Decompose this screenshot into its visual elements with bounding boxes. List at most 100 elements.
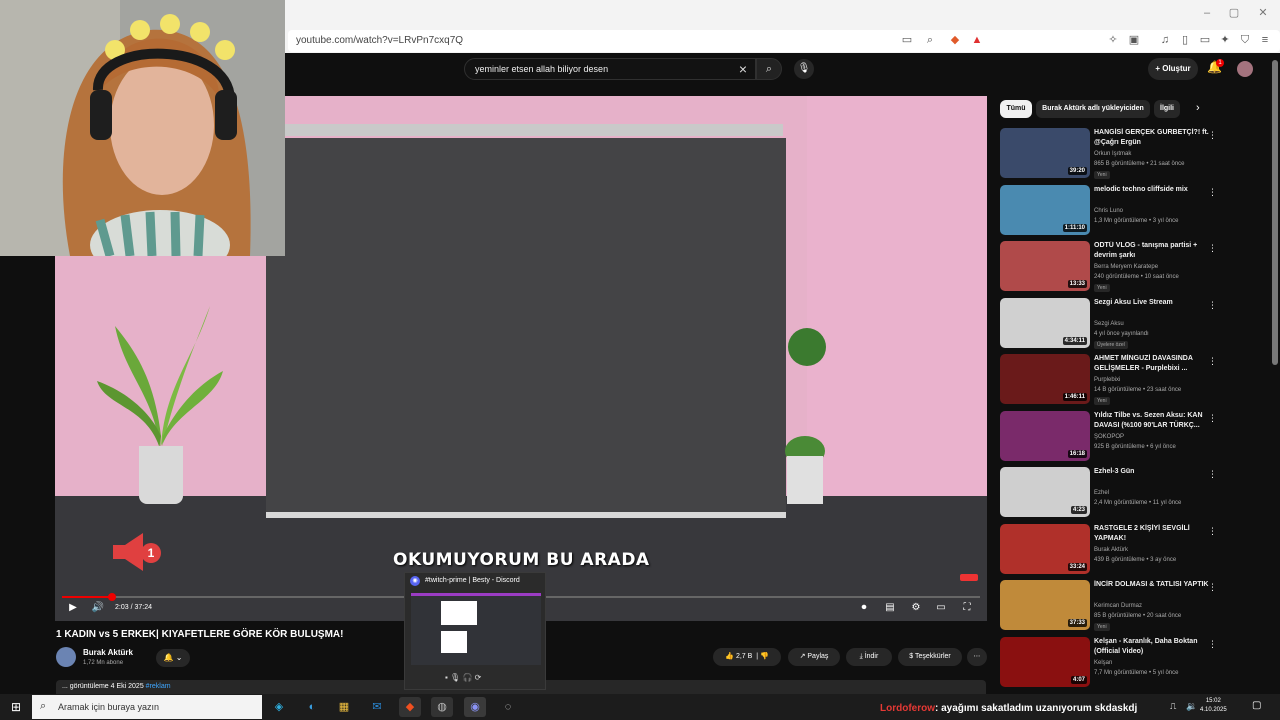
chip-all[interactable]: Tümü bbox=[1000, 100, 1032, 118]
clear-search-icon[interactable]: × bbox=[735, 60, 751, 78]
recommendation-title[interactable]: RASTGELE 2 KİŞİYİ SEVGİLİ YAPMAK! bbox=[1094, 524, 1209, 544]
brave-shield-icon[interactable]: ◆ bbox=[948, 33, 962, 47]
like-dislike-button[interactable]: 👍 2,7 B | 👎 bbox=[713, 648, 781, 666]
video-thumbnail[interactable]: 4:34:11 bbox=[1000, 297, 1090, 348]
create-button[interactable]: + Oluştur bbox=[1148, 58, 1198, 80]
wallet-icon[interactable]: ▭ bbox=[1198, 33, 1212, 47]
more-options-icon[interactable]: ⋮ bbox=[1208, 300, 1217, 311]
channel-name[interactable]: Burak Aktürk bbox=[83, 648, 133, 657]
list-item[interactable]: 1:11:10 melodic techno cliffside mix Chris… bbox=[1000, 184, 1270, 235]
speaker-tray-icon[interactable]: 🔉 bbox=[1186, 701, 1197, 712]
app-icon[interactable]: ◌ bbox=[497, 697, 519, 717]
list-item[interactable]: 37:33 İNCİR DOLMASI & TATLISI YAPTIK Kerim… bbox=[1000, 580, 1270, 631]
more-options-icon[interactable]: ⋮ bbox=[1208, 469, 1217, 480]
discord-taskbar-icon[interactable]: ◉ bbox=[464, 697, 486, 717]
recommendation-channel[interactable]: Sezgi Aksu bbox=[1094, 321, 1124, 327]
video-thumbnail[interactable]: 16:18 bbox=[1000, 410, 1090, 461]
more-options-icon[interactable]: ⋮ bbox=[1208, 243, 1217, 254]
recommendation-channel[interactable]: Ezhel bbox=[1094, 490, 1109, 496]
more-options-icon[interactable]: ⋮ bbox=[1208, 413, 1217, 424]
more-options-icon[interactable]: ⋮ bbox=[1208, 582, 1217, 593]
share-button[interactable]: ↗ Paylaş bbox=[788, 648, 840, 666]
thanks-button[interactable]: $ Teşekkürler bbox=[898, 648, 962, 666]
list-item[interactable]: 4:07 Kelşan - Karanlık, Daha Boktan (Offi… bbox=[1000, 636, 1270, 687]
settings-icon[interactable]: ⚙ bbox=[909, 601, 923, 615]
volume-icon[interactable]: 🔊 bbox=[91, 601, 105, 615]
copilot-icon[interactable]: ◈ bbox=[268, 697, 290, 717]
list-item[interactable]: 4:23 Ezhel-3 Gün Ezhel 2,4 Mn görüntüleme •… bbox=[1000, 467, 1270, 517]
recommendation-channel[interactable]: ŞOKOPOP bbox=[1094, 434, 1124, 440]
recommendation-title[interactable]: HANGİSİ GERÇEK GURBETÇİ?! ft. @Çağrı Erg… bbox=[1094, 128, 1209, 148]
video-thumbnail[interactable]: 4:23 bbox=[1000, 467, 1090, 517]
recommendation-channel[interactable]: Burak Aktürk bbox=[1094, 547, 1128, 553]
video-thumbnail[interactable]: 4:07 bbox=[1000, 636, 1090, 687]
theater-mode-icon[interactable]: ▭ bbox=[934, 601, 948, 615]
call-controls-icon[interactable]: ▪ 🎙 🎧 ⟳ bbox=[445, 673, 481, 682]
brave-icon[interactable]: ◆ bbox=[399, 697, 421, 717]
recommendation-title[interactable]: Yıldız Tilbe vs. Sezen Aksu: KAN DAVASI … bbox=[1094, 411, 1209, 431]
obs-icon[interactable]: ◍ bbox=[431, 697, 453, 717]
menu-icon[interactable]: ≡ bbox=[1258, 33, 1272, 47]
more-options-icon[interactable]: ⋮ bbox=[1208, 639, 1217, 650]
video-thumbnail[interactable]: 1:11:10 bbox=[1000, 184, 1090, 235]
fullscreen-icon[interactable]: ⛶ bbox=[960, 601, 974, 615]
network-icon[interactable]: ⎍ bbox=[1170, 701, 1176, 712]
maximize-icon[interactable]: ▢ bbox=[1227, 6, 1241, 20]
system-clock[interactable]: 15:02 4.10.2025 bbox=[1200, 697, 1227, 715]
list-item[interactable]: 33:24 RASTGELE 2 KİŞİYİ SEVGİLİ YAPMAK! Bu… bbox=[1000, 523, 1270, 574]
list-item[interactable]: 1:46:11 AHMET MİNGUZİ DAVASINDA GELİŞMELE… bbox=[1000, 354, 1270, 405]
recommendation-channel[interactable]: Chris Luno bbox=[1094, 208, 1123, 214]
store-icon[interactable]: ▦ bbox=[333, 697, 355, 717]
notification-center-icon[interactable]: ▢ bbox=[1252, 700, 1261, 711]
more-options-icon[interactable]: ⋮ bbox=[1208, 187, 1217, 198]
download-button[interactable]: ⤓ İndir bbox=[846, 648, 892, 666]
recommendation-channel[interactable]: Orkun Işıtmak bbox=[1094, 151, 1131, 157]
minimize-icon[interactable]: – bbox=[1200, 6, 1214, 20]
edge-icon[interactable]: ◐ bbox=[301, 697, 323, 717]
screenshot-icon[interactable]: ▣ bbox=[1127, 33, 1141, 47]
mic-icon[interactable]: 🎙 bbox=[794, 59, 814, 79]
video-thumbnail[interactable]: 39:20 bbox=[1000, 128, 1090, 178]
recommendation-title[interactable]: Ezhel-3 Gün bbox=[1094, 467, 1209, 477]
brave-rewards-icon[interactable]: ▲ bbox=[970, 33, 984, 47]
video-thumbnail[interactable]: 33:24 bbox=[1000, 523, 1090, 574]
close-window-icon[interactable]: ✕ bbox=[1256, 6, 1270, 20]
more-options-icon[interactable]: ⋮ bbox=[1208, 130, 1217, 141]
avatar[interactable] bbox=[1237, 61, 1253, 77]
extensions-icon[interactable]: ✧ bbox=[1106, 33, 1120, 47]
subscribe-bell-button[interactable]: 🔔 ⌄ bbox=[156, 649, 190, 667]
recommendation-title[interactable]: melodic techno cliffside mix bbox=[1094, 185, 1209, 195]
taskbar-preview[interactable]: ◉ #twitch-prime | Besty - Discord ▪ 🎙 🎧 … bbox=[404, 572, 546, 690]
vpn-icon[interactable]: ⛉ bbox=[1238, 33, 1252, 47]
leo-ai-icon[interactable]: ✦ bbox=[1218, 33, 1232, 47]
channel-avatar[interactable] bbox=[56, 647, 76, 667]
chip-from-uploader[interactable]: Burak Aktürk adlı yükleyiciden bbox=[1036, 100, 1150, 118]
recommendation-title[interactable]: AHMET MİNGUZİ DAVASINDA GELİŞMELER - Pur… bbox=[1094, 354, 1209, 374]
windows-start-icon[interactable]: ⊞ bbox=[8, 699, 24, 715]
more-options-icon[interactable]: ⋮ bbox=[1208, 526, 1217, 537]
recommendation-channel[interactable]: Kelşan bbox=[1094, 660, 1112, 666]
recommendation-channel[interactable]: Kerimcan Durmaz bbox=[1094, 603, 1142, 609]
subtitles-icon[interactable]: ▤ bbox=[883, 601, 897, 615]
recommendation-channel[interactable]: Berra Meryem Karatepe bbox=[1094, 264, 1158, 270]
video-thumbnail[interactable]: 1:46:11 bbox=[1000, 354, 1090, 404]
chip-related[interactable]: İlgili bbox=[1154, 100, 1180, 118]
recommendation-title[interactable]: İNCİR DOLMASI & TATLISI YAPTIK bbox=[1094, 580, 1209, 590]
more-options-icon[interactable]: ⋮ bbox=[1208, 356, 1217, 367]
scrollbar[interactable] bbox=[1272, 60, 1278, 365]
video-thumbnail[interactable]: 13:33 bbox=[1000, 241, 1090, 291]
list-item[interactable]: 13:33 ODTÜ VLOG - tanışma partisi + devri… bbox=[1000, 241, 1270, 292]
recommendation-title[interactable]: Sezgi Aksu Live Stream bbox=[1094, 298, 1209, 308]
recommendation-channel[interactable]: Purplebixi bbox=[1094, 377, 1120, 383]
list-item[interactable]: 16:18 Yıldız Tilbe vs. Sezen Aksu: KAN DA… bbox=[1000, 410, 1270, 461]
search-input[interactable]: yeminler etsen allah biliyor desen bbox=[464, 58, 756, 80]
recommendation-title[interactable]: Kelşan - Karanlık, Daha Boktan (Official… bbox=[1094, 637, 1209, 657]
chevron-right-icon[interactable]: › bbox=[1196, 102, 1200, 114]
list-item[interactable]: 4:34:11 Sezgi Aksu Live Stream Sezgi Aksu 4… bbox=[1000, 297, 1270, 349]
hashtag-link[interactable]: #reklam bbox=[146, 683, 171, 690]
search-button[interactable]: ⌕ bbox=[756, 58, 782, 80]
play-icon[interactable]: ▶ bbox=[66, 601, 80, 615]
more-actions-icon[interactable]: ⋯ bbox=[967, 648, 987, 666]
recommendation-title[interactable]: ODTÜ VLOG - tanışma partisi + devrim şar… bbox=[1094, 241, 1209, 261]
taskbar-search-input[interactable]: ⌕ Aramak için buraya yazın bbox=[32, 695, 262, 719]
